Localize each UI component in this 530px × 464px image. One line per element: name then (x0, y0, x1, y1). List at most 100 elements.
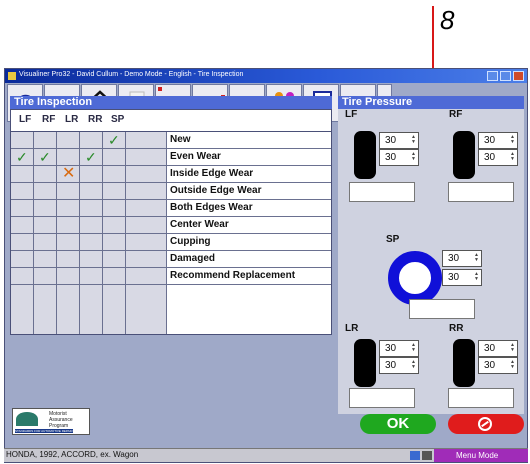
grid-cell[interactable]: ✓ (34, 149, 57, 165)
grid-cell[interactable] (103, 200, 126, 216)
status-bar: HONDA, 1992, ACCORD, ex. Wagon Menu Mode (4, 448, 528, 462)
lf-label: LF (345, 109, 358, 120)
grid-cell[interactable] (57, 132, 80, 148)
grid-cell[interactable] (57, 251, 80, 267)
rr-tire-icon (453, 339, 475, 387)
grid-cell[interactable] (80, 132, 103, 148)
check-icon: ✓ (16, 149, 28, 165)
grid-cell[interactable] (57, 217, 80, 233)
table-row: Outside Edge Wear (11, 183, 331, 200)
tire-inspection-header: Tire Inspection (10, 96, 332, 109)
lr-pressure-1[interactable]: 30 ▲ ▼ (379, 340, 419, 357)
check-icon: ✓ (108, 132, 120, 148)
grid-header: LF RF LR RR SP (11, 110, 331, 132)
rf-note-field[interactable] (448, 182, 514, 202)
rr-pressure-1[interactable]: 30 ▲ ▼ (478, 340, 518, 357)
col-header-rf: RF (42, 114, 56, 125)
col-header-lf: LF (19, 114, 32, 125)
grid-cell[interactable] (103, 149, 126, 165)
keyboard-icon (422, 451, 432, 460)
grid-cell[interactable] (11, 251, 34, 267)
lr-note-field[interactable] (349, 388, 415, 408)
table-row: Damaged (11, 251, 331, 268)
lf-pressure-1[interactable]: 30 ▲ ▼ (379, 132, 419, 149)
lr-pressure-2[interactable]: 30 ▲ ▼ (379, 357, 419, 374)
table-row: Center Wear (11, 217, 331, 234)
maximize-button[interactable] (500, 71, 511, 81)
grid-cell[interactable] (34, 132, 57, 148)
table-row: Recommend Replacement (11, 268, 331, 285)
grid-cell[interactable]: ✓ (11, 149, 34, 165)
grid-cell[interactable] (103, 268, 126, 284)
grid-cell[interactable] (34, 200, 57, 216)
grid-cell[interactable] (11, 166, 34, 182)
spare-tire-icon (388, 251, 442, 305)
rr-pressure-2[interactable]: 30 ▲ ▼ (478, 357, 518, 374)
row-label: Even Wear (170, 151, 221, 162)
grid-cell[interactable] (11, 183, 34, 199)
grid-cell[interactable] (11, 217, 34, 233)
grid-cell[interactable] (34, 234, 57, 250)
row-label: Inside Edge Wear (170, 168, 254, 179)
rf-tire-icon (453, 131, 475, 179)
grid-cell[interactable] (103, 251, 126, 267)
grid-cell[interactable] (80, 268, 103, 284)
row-label: Both Edges Wear (170, 202, 253, 213)
sp-pressure-1[interactable]: 30 ▲ ▼ (442, 250, 482, 267)
grid-cell[interactable] (11, 200, 34, 216)
grid-cell[interactable] (57, 234, 80, 250)
grid-cell[interactable] (80, 217, 103, 233)
grid-cell[interactable] (34, 183, 57, 199)
col-header-rr: RR (88, 114, 103, 125)
grid-cell[interactable] (11, 268, 34, 284)
grid-cell[interactable] (57, 149, 80, 165)
row-label: Cupping (170, 236, 211, 247)
rf-pressure-1[interactable]: 30 ▲ ▼ (478, 132, 518, 149)
table-row: ✓ ✓ ✓ Even Wear (11, 149, 331, 166)
grid-cell[interactable] (57, 268, 80, 284)
table-row: ✕ Inside Edge Wear (11, 166, 331, 183)
sp-pressure-2[interactable]: 30 ▲ ▼ (442, 269, 482, 286)
lf-note-field[interactable] (349, 182, 415, 202)
lf-pressure-2[interactable]: 30 ▲ ▼ (379, 149, 419, 166)
rr-note-field[interactable] (448, 388, 514, 408)
rf-pressure-2[interactable]: 30 ▲ ▼ (478, 149, 518, 166)
inspection-grid: LF RF LR RR SP ✓ New ✓ ✓ ✓ Even Wear ✕ Inside E… (10, 109, 332, 335)
grid-cell[interactable] (80, 183, 103, 199)
grid-cell[interactable] (11, 234, 34, 250)
grid-cell[interactable]: ✓ (80, 149, 103, 165)
rf-label: RF (449, 109, 463, 120)
logo-tagline: STANDARDS FOR AUTOMOTIVE REPAIR (15, 429, 73, 433)
cancel-button[interactable] (448, 414, 524, 434)
grid-cell[interactable] (34, 251, 57, 267)
cancel-icon (478, 417, 492, 431)
row-label: Center Wear (170, 219, 229, 230)
minimize-button[interactable] (487, 71, 498, 81)
callout-label: 8 (440, 5, 455, 35)
grid-cell[interactable] (57, 200, 80, 216)
grid-cell[interactable]: ✕ (57, 166, 80, 182)
grid-cell[interactable] (80, 166, 103, 182)
vehicle-info: HONDA, 1992, ACCORD, ex. Wagon (6, 450, 139, 459)
grid-cell[interactable] (103, 183, 126, 199)
grid-cell[interactable] (11, 132, 34, 148)
ok-button[interactable]: OK (360, 414, 436, 434)
grid-cell[interactable] (34, 217, 57, 233)
grid-cell[interactable] (103, 217, 126, 233)
grid-cell[interactable]: ✓ (103, 132, 126, 148)
grid-cell[interactable] (80, 200, 103, 216)
close-button[interactable] (513, 71, 524, 81)
sp-note-field[interactable] (409, 299, 475, 319)
grid-cell[interactable] (34, 268, 57, 284)
grid-cell[interactable] (103, 234, 126, 250)
lr-label: LR (345, 323, 359, 334)
table-row: Cupping (11, 234, 331, 251)
grid-cell[interactable] (103, 166, 126, 182)
grid-cell[interactable] (34, 166, 57, 182)
grid-cell[interactable] (80, 234, 103, 250)
lr-tire-icon (354, 339, 376, 387)
grid-cell[interactable] (57, 183, 80, 199)
tire-pressure-header: Tire Pressure (338, 96, 524, 109)
grid-cell[interactable] (80, 251, 103, 267)
row-label: Recommend Replacement (170, 270, 296, 281)
